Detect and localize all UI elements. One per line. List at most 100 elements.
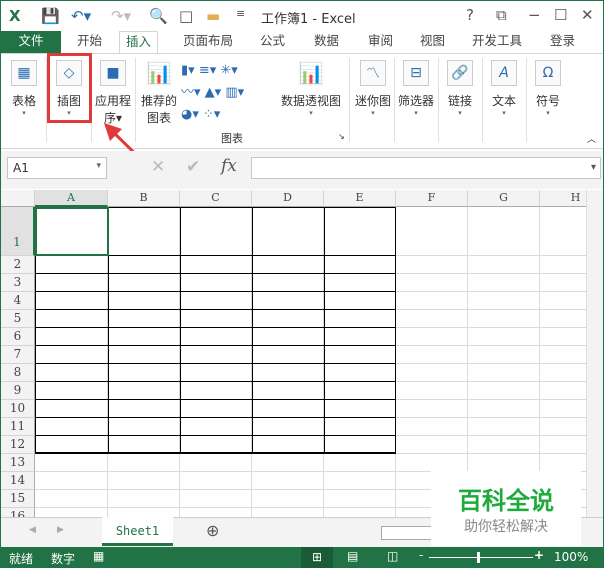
cancel-icon[interactable]: ✕	[151, 157, 165, 177]
text-button[interactable]: A 文本 ▾	[486, 60, 522, 117]
undo-icon[interactable]: ↶▾	[71, 7, 91, 25]
row-header-13[interactable]: 13	[1, 454, 35, 472]
highlight-box	[47, 53, 92, 123]
close-button[interactable]: ✕	[581, 6, 594, 24]
tab-data[interactable]: 数据	[308, 31, 345, 53]
tab-view[interactable]: 视图	[414, 31, 451, 53]
row-header-3[interactable]: 3	[1, 274, 35, 292]
scroll-left-icon[interactable]: ◀	[29, 525, 36, 535]
line-chart-icon[interactable]: 〰▾	[181, 85, 201, 100]
print-preview-icon[interactable]: 🔍	[149, 7, 168, 25]
column-chart-icon[interactable]: ▮▾	[181, 63, 195, 78]
gridline	[396, 381, 603, 382]
tab-developer[interactable]: 开发工具	[466, 31, 528, 53]
maximize-button[interactable]: ☐	[554, 6, 567, 24]
gridline	[396, 345, 603, 346]
name-box[interactable]: A1 ▾	[7, 157, 107, 179]
tab-review[interactable]: 审阅	[362, 31, 399, 53]
redo-icon[interactable]: ↷▾	[111, 7, 131, 25]
column-header-G[interactable]: G	[468, 190, 540, 207]
zoom-slider-thumb[interactable]	[477, 552, 480, 563]
page-break-view-icon[interactable]: ◫	[387, 549, 398, 563]
scroll-right-icon[interactable]: ▶	[57, 525, 64, 535]
sparklines-button[interactable]: 〽迷你图 ▾	[353, 60, 393, 117]
row-header-1[interactable]: 1	[1, 207, 35, 256]
excel-logo-icon: X	[9, 7, 21, 25]
enter-icon[interactable]: ✔	[186, 157, 200, 177]
filter-label: 筛选器	[397, 94, 434, 108]
filters-button[interactable]: ⊟ 筛选器 ▾	[396, 60, 436, 117]
column-header-B[interactable]: B	[108, 190, 180, 207]
window-title: 工作簿1 - Excel	[261, 12, 356, 27]
tab-file[interactable]: 文件	[1, 31, 61, 53]
tab-formulas[interactable]: 公式	[254, 31, 291, 53]
table-label: 表格	[11, 94, 36, 108]
row-header-5[interactable]: 5	[1, 310, 35, 328]
zoom-out-button[interactable]: -	[419, 548, 423, 562]
apps-button[interactable]: ■ 应用程 序▾	[93, 60, 133, 126]
row-header-16[interactable]: 16	[1, 508, 35, 517]
row-header-4[interactable]: 4	[1, 292, 35, 310]
new-document-icon[interactable]: □	[179, 7, 193, 25]
ribbon-display-button[interactable]: ⧉	[496, 6, 507, 24]
zoom-in-button[interactable]: +	[534, 548, 544, 562]
pivotchart-button[interactable]: 📊 数据透视图 ▾	[279, 60, 343, 117]
text-label: 文本	[491, 94, 516, 108]
row-header-7[interactable]: 7	[1, 346, 35, 364]
pie-chart-icon[interactable]: ◕▾	[181, 107, 199, 122]
links-button[interactable]: 🔗 链接 ▾	[442, 60, 478, 117]
collapse-ribbon-icon[interactable]: ︿	[587, 132, 596, 145]
table-button[interactable]: ▦ 表格 ▾	[7, 60, 41, 117]
gridline	[396, 327, 603, 328]
row-header-12[interactable]: 12	[1, 436, 35, 454]
zoom-slider[interactable]	[429, 557, 533, 558]
row-header-2[interactable]: 2	[1, 256, 35, 274]
combo-chart-icon[interactable]: ▥▾	[225, 85, 244, 100]
save-icon[interactable]: 💾	[41, 7, 60, 25]
column-header-D[interactable]: D	[252, 190, 324, 207]
area-chart-icon[interactable]: ▲▾	[205, 85, 222, 100]
dialog-launcher-icon[interactable]: ↘	[338, 132, 345, 141]
tab-insert[interactable]: 插入	[119, 31, 159, 54]
column-header-E[interactable]: E	[324, 190, 396, 207]
row-header-11[interactable]: 11	[1, 418, 35, 436]
help-button[interactable]: ?	[466, 6, 474, 24]
select-all[interactable]	[1, 190, 35, 207]
text-icon: A	[491, 60, 517, 86]
zoom-level[interactable]: 100%	[554, 550, 588, 564]
row-header-15[interactable]: 15	[1, 490, 35, 508]
insert-function-icon[interactable]: fx	[221, 156, 237, 176]
row-header-8[interactable]: 8	[1, 364, 35, 382]
title-bar: X 💾 ↶▾ ↷▾ 🔍 □ ▬ ≡ 工作簿1 - Excel ? ⧉ − ☐ ✕	[1, 1, 603, 31]
normal-view-icon[interactable]: ⊞	[301, 547, 333, 568]
gridline	[396, 417, 603, 418]
formula-input[interactable]: ▾	[251, 157, 601, 179]
tab-home[interactable]: 开始	[71, 31, 108, 53]
open-folder-icon[interactable]: ▬	[206, 7, 220, 25]
column-header-C[interactable]: C	[180, 190, 252, 207]
gridline	[396, 255, 603, 256]
sheet-tab-sheet1[interactable]: Sheet1	[102, 517, 173, 546]
row-header-10[interactable]: 10	[1, 400, 35, 418]
sparkline-icon: 〽	[360, 60, 386, 86]
row-header-14[interactable]: 14	[1, 472, 35, 490]
row-header-6[interactable]: 6	[1, 328, 35, 346]
tab-page-layout[interactable]: 页面布局	[177, 31, 239, 53]
page-layout-view-icon[interactable]: ▤	[347, 549, 358, 563]
radar-chart-icon[interactable]: ✳▾	[220, 63, 237, 78]
vertical-scrollbar[interactable]	[586, 190, 603, 517]
sign-in-link[interactable]: 登录	[544, 31, 581, 53]
recommended-charts-button[interactable]: 📊 推荐的 图表	[139, 60, 179, 126]
symbols-button[interactable]: Ω 符号 ▾	[530, 60, 566, 117]
column-header-F[interactable]: F	[396, 190, 468, 207]
column-header-A[interactable]: A	[35, 190, 108, 207]
customize-qa-icon[interactable]: ≡	[236, 7, 245, 20]
scatter-chart-icon[interactable]: ⁘▾	[203, 107, 220, 122]
chart-type-buttons[interactable]: ▮▾ ≡▾ ✳▾ 〰▾ ▲▾ ▥▾ ◕▾ ⁘▾	[181, 60, 281, 126]
bar-chart-icon[interactable]: ≡▾	[199, 63, 216, 78]
macro-record-icon[interactable]: ▦	[93, 549, 104, 563]
active-cell[interactable]	[35, 207, 109, 256]
new-sheet-icon[interactable]: ⊕	[206, 521, 219, 540]
minimize-button[interactable]: −	[528, 6, 541, 24]
row-header-9[interactable]: 9	[1, 382, 35, 400]
